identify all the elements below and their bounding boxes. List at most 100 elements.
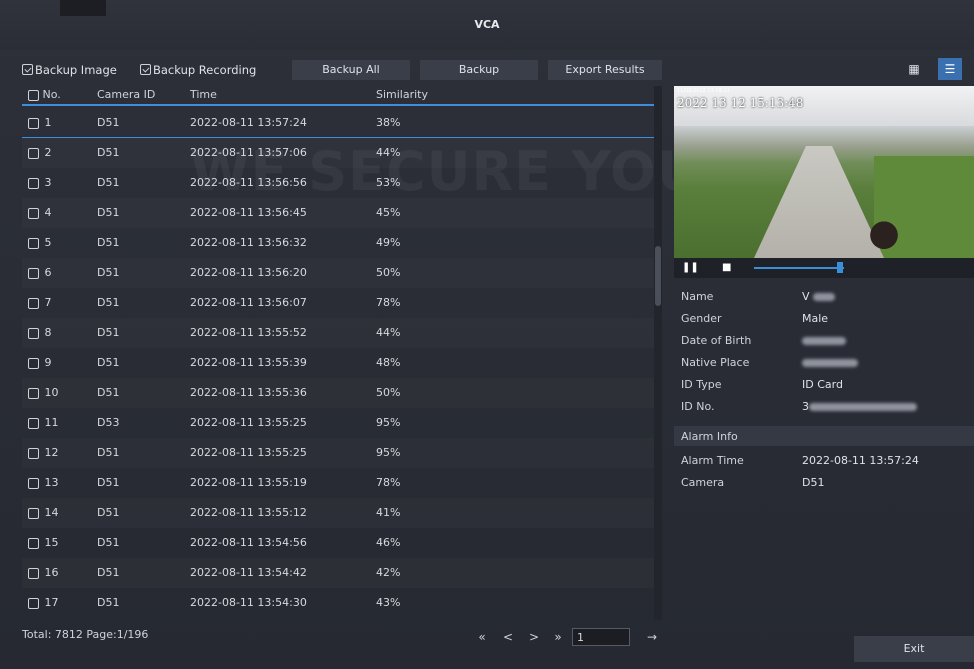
title-bar: VCA (0, 0, 974, 50)
video-osd-small: 11/08/2022 13:58:11 (677, 88, 730, 94)
row-no[interactable]: 7 (28, 296, 52, 309)
row-no[interactable]: 17 (28, 596, 59, 609)
select-all-checkbox[interactable] (28, 89, 39, 101)
table-row[interactable]: 13 D51 2022-08-11 13:55:19 78% (22, 468, 654, 498)
next-page-button[interactable]: > (526, 630, 542, 644)
video-preview[interactable]: 11/08/2022 13:58:11 2022 13 12 15:13:48 (674, 86, 974, 258)
row-checkbox[interactable] (28, 147, 39, 159)
row-time: 2022-08-11 13:56:56 (190, 176, 307, 189)
row-no-text: 3 (44, 176, 52, 189)
alarm-time-value: 2022-08-11 13:57:24 (802, 454, 919, 467)
playback-controls: ❚❚ ■ (674, 258, 974, 278)
row-checkbox[interactable] (28, 297, 39, 309)
row-checkbox[interactable] (28, 417, 39, 429)
row-checkbox[interactable] (28, 237, 39, 249)
table-row[interactable]: 4 D51 2022-08-11 13:56:45 45% (22, 198, 654, 228)
row-checkbox[interactable] (28, 177, 39, 189)
backup-button[interactable]: Backup (420, 60, 538, 80)
row-no[interactable]: 12 (28, 446, 59, 459)
row-similarity: 41% (376, 506, 401, 519)
scrollbar-thumb[interactable] (655, 246, 661, 306)
row-time: 2022-08-11 13:55:25 (190, 416, 307, 429)
row-no[interactable]: 5 (28, 236, 52, 249)
video-person (864, 220, 904, 258)
row-no[interactable]: 1 (28, 116, 52, 129)
table-row[interactable]: 16 D51 2022-08-11 13:54:42 42% (22, 558, 654, 588)
row-no[interactable]: 16 (28, 566, 59, 579)
table-row[interactable]: 15 D51 2022-08-11 13:54:56 46% (22, 528, 654, 558)
backup-all-button[interactable]: Backup All (292, 60, 410, 80)
pause-icon[interactable]: ❚❚ (682, 262, 699, 273)
row-camera-id: D51 (97, 296, 120, 309)
grid-view-icon[interactable]: ▦ (902, 58, 926, 80)
table-row[interactable]: 14 D51 2022-08-11 13:55:12 41% (22, 498, 654, 528)
table-row[interactable]: 9 D51 2022-08-11 13:55:39 48% (22, 348, 654, 378)
table-row[interactable]: 5 D51 2022-08-11 13:56:32 49% (22, 228, 654, 258)
row-checkbox[interactable] (28, 357, 39, 369)
last-page-button[interactable]: » (550, 630, 566, 644)
detail-gender-row: Gender Male (674, 308, 974, 328)
row-no[interactable]: 8 (28, 326, 52, 339)
dob-value (802, 334, 846, 347)
table-row[interactable]: 17 D51 2022-08-11 13:54:30 43% (22, 588, 654, 618)
row-no-text: 5 (44, 236, 52, 249)
row-checkbox[interactable] (28, 207, 39, 219)
table-scrollbar[interactable] (654, 86, 662, 620)
backup-image-checkbox[interactable]: Backup Image (22, 62, 117, 77)
table-row[interactable]: 2 D51 2022-08-11 13:57:06 44% (22, 138, 654, 168)
row-checkbox[interactable] (28, 447, 39, 459)
list-view-icon[interactable]: ☰ (938, 58, 962, 80)
native-redaction (802, 359, 858, 367)
row-no[interactable]: 13 (28, 476, 59, 489)
row-checkbox[interactable] (28, 477, 39, 489)
row-checkbox[interactable] (28, 567, 39, 579)
table-row[interactable]: 12 D51 2022-08-11 13:55:25 95% (22, 438, 654, 468)
row-no-text: 9 (44, 356, 52, 369)
row-no-text: 6 (44, 266, 52, 279)
row-no[interactable]: 6 (28, 266, 52, 279)
table-row[interactable]: 6 D51 2022-08-11 13:56:20 50% (22, 258, 654, 288)
name-key: Name (681, 290, 714, 303)
row-checkbox[interactable] (28, 267, 39, 279)
row-no[interactable]: 3 (28, 176, 52, 189)
header-no[interactable]: No. (28, 88, 61, 101)
row-no[interactable]: 15 (28, 536, 59, 549)
backup-image-check-icon[interactable] (22, 64, 33, 75)
row-similarity: 45% (376, 206, 401, 219)
first-page-button[interactable]: « (474, 630, 490, 644)
row-no[interactable]: 11 (28, 416, 59, 429)
row-no[interactable]: 2 (28, 146, 52, 159)
playback-progress[interactable] (754, 267, 844, 269)
row-checkbox[interactable] (28, 537, 39, 549)
backup-recording-checkbox[interactable]: Backup Recording (140, 62, 256, 77)
backup-recording-check-icon[interactable] (140, 64, 151, 75)
export-results-button[interactable]: Export Results (548, 60, 662, 80)
table-row[interactable]: 7 D51 2022-08-11 13:56:07 78% (22, 288, 654, 318)
table-row[interactable]: 8 D51 2022-08-11 13:55:52 44% (22, 318, 654, 348)
row-checkbox[interactable] (28, 327, 39, 339)
row-no[interactable]: 10 (28, 386, 59, 399)
table-row[interactable]: 11 D53 2022-08-11 13:55:25 95% (22, 408, 654, 438)
table-row[interactable]: 10 D51 2022-08-11 13:55:36 50% (22, 378, 654, 408)
row-checkbox[interactable] (28, 597, 39, 609)
gender-key: Gender (681, 312, 722, 325)
row-camera-id: D51 (97, 476, 120, 489)
page-number-input[interactable] (572, 628, 630, 646)
header-similarity: Similarity (376, 88, 429, 101)
stop-icon[interactable]: ■ (722, 262, 731, 273)
row-checkbox[interactable] (28, 387, 39, 399)
native-key: Native Place (681, 356, 750, 369)
row-no[interactable]: 14 (28, 506, 59, 519)
row-checkbox[interactable] (28, 117, 39, 129)
row-no[interactable]: 4 (28, 206, 52, 219)
table-row[interactable]: 1 D51 2022-08-11 13:57:24 38% (22, 108, 654, 138)
go-page-button[interactable]: → (644, 630, 660, 644)
row-similarity: 43% (376, 596, 401, 609)
exit-button[interactable]: Exit (854, 636, 974, 662)
name-redaction (813, 293, 836, 301)
prev-page-button[interactable]: < (500, 630, 516, 644)
playback-progress-handle[interactable] (837, 262, 843, 273)
row-no[interactable]: 9 (28, 356, 52, 369)
table-row[interactable]: 3 D51 2022-08-11 13:56:56 53% (22, 168, 654, 198)
row-checkbox[interactable] (28, 507, 39, 519)
